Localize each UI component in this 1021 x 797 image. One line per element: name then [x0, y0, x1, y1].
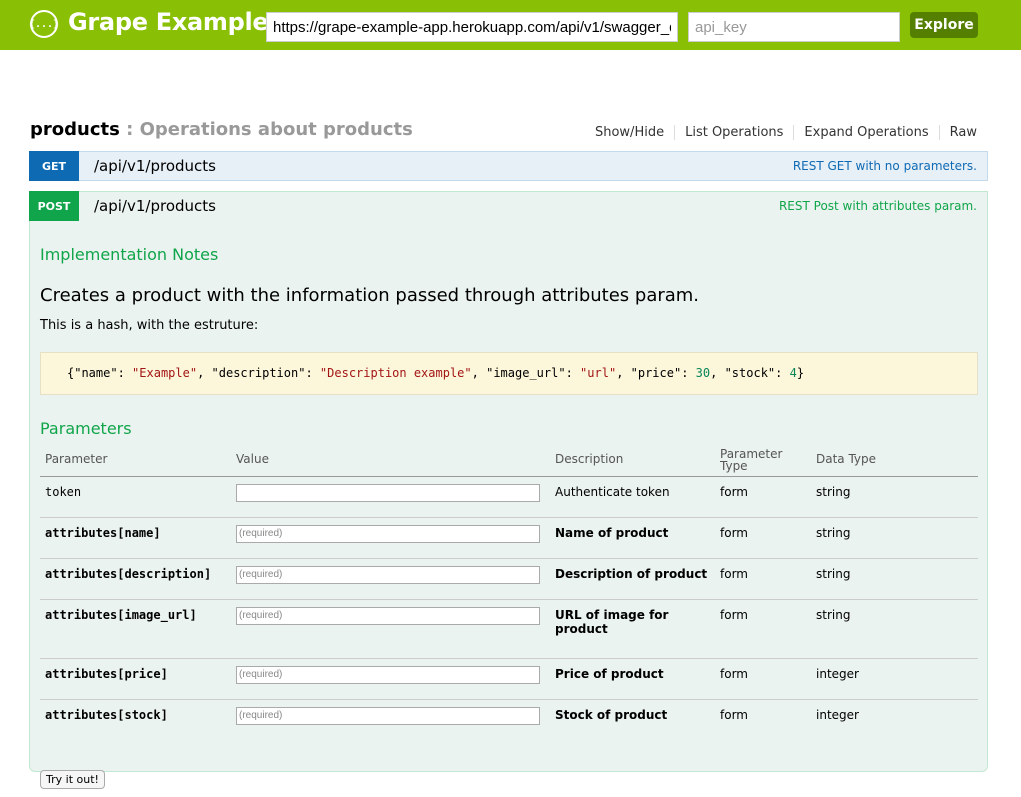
resource-separator: : [119, 119, 140, 140]
param-type: form [715, 558, 811, 600]
param-value-cell [231, 658, 550, 700]
operation-path[interactable]: /api/v1/products [94, 157, 216, 175]
table-row: attributes[stock] Stock of product form … [40, 699, 978, 740]
resource-description: Operations about products [139, 119, 413, 140]
param-data-type: string [811, 517, 978, 559]
http-verb-badge[interactable]: GET [29, 151, 79, 181]
resource-name-link[interactable]: products [30, 119, 120, 140]
param-type: form [715, 599, 811, 659]
list-operations-link[interactable]: List Operations [674, 125, 793, 140]
param-description-input[interactable] [236, 565, 540, 584]
param-value-cell [231, 599, 550, 659]
parameters-heading: Parameters [40, 419, 132, 438]
show-hide-link[interactable]: Show/Hide [585, 125, 674, 140]
parameters-table: Parameter Value Description Parameter Ty… [40, 439, 978, 740]
get-operation-bar[interactable]: GET /api/v1/products REST GET with no pa… [29, 151, 988, 181]
param-type: form [715, 658, 811, 700]
swagger-logo-icon: {...} [29, 10, 59, 38]
resource-options: Show/Hide List Operations Expand Operati… [585, 125, 977, 140]
code-value: "Example" [132, 366, 198, 380]
param-description: URL of image for product [550, 599, 715, 659]
param-price-input[interactable] [236, 665, 540, 684]
param-description: Stock of product [555, 707, 668, 722]
param-name: attributes[stock] [45, 707, 168, 722]
param-value-cell [231, 558, 550, 600]
param-data-type: string [811, 476, 978, 518]
table-row: attributes[image_url] URL of image for p… [40, 599, 978, 659]
param-value-cell [231, 517, 550, 559]
code-value: 4 [789, 366, 797, 380]
app-title: Grape Example [68, 8, 269, 36]
param-name-input[interactable] [236, 524, 540, 543]
param-description: Authenticate token [550, 476, 715, 518]
param-description: Price of product [550, 658, 715, 700]
raw-link[interactable]: Raw [938, 125, 977, 140]
param-value-cell [231, 476, 550, 518]
expand-operations-link[interactable]: Expand Operations [793, 125, 938, 140]
param-name: attributes[description] [40, 558, 231, 600]
param-type: form [715, 476, 811, 518]
param-name: attributes[price] [40, 658, 231, 700]
column-header: Value [231, 439, 550, 477]
header-bar: {...} Grape Example Explore [0, 0, 1021, 50]
param-data-type: string [811, 558, 978, 600]
param-type: form [720, 707, 748, 722]
table-row: attributes[price] Price of product form … [40, 658, 978, 700]
param-type: form [715, 517, 811, 559]
param-description: Name of product [550, 517, 715, 559]
param-token-input[interactable] [236, 483, 540, 502]
implementation-notes-heading: Implementation Notes [40, 245, 219, 264]
param-name: token [40, 476, 231, 518]
param-description: Description of product [550, 558, 715, 600]
resource-heading: products : Operations about products [30, 119, 413, 140]
explore-button[interactable]: Explore [910, 12, 978, 38]
column-header: Parameter Type [715, 439, 811, 477]
param-stock-input[interactable] [236, 706, 540, 725]
code-value: "url" [580, 366, 617, 380]
try-it-out-button[interactable]: Try it out! [40, 770, 105, 789]
param-name: attributes[image_url] [40, 599, 231, 659]
api-url-input[interactable] [266, 12, 678, 42]
param-data-type: string [811, 599, 978, 659]
code-value: 30 [695, 366, 711, 380]
table-row: attributes[name] Name of product form st… [40, 517, 978, 559]
table-row: attributes[description] Description of p… [40, 558, 978, 600]
column-header: Data Type [811, 439, 978, 477]
param-value-cell [231, 699, 550, 740]
column-header: Description [550, 439, 715, 477]
post-operation-panel: POST /api/v1/products REST Post with att… [29, 191, 988, 789]
table-row: token Authenticate token form string [40, 476, 978, 518]
param-image-url-input[interactable] [236, 606, 540, 625]
implementation-notes-subtext: This is a hash, with the estruture: [40, 318, 259, 333]
code-example: {"name": "Example", "description": "Desc… [40, 352, 978, 395]
implementation-notes-text: Creates a product with the information p… [40, 285, 700, 306]
operation-summary[interactable]: REST Post with attributes param. [779, 199, 977, 213]
api-key-input[interactable] [688, 12, 900, 42]
http-verb-badge[interactable]: POST [29, 191, 79, 221]
param-data-type: integer [816, 707, 859, 722]
operation-summary[interactable]: REST GET with no parameters. [793, 159, 977, 173]
code-value: "Description example" [319, 366, 472, 380]
operation-path[interactable]: /api/v1/products [94, 197, 216, 215]
column-header: Parameter [40, 439, 231, 477]
param-name: attributes[name] [40, 517, 231, 559]
param-data-type: integer [811, 658, 978, 700]
